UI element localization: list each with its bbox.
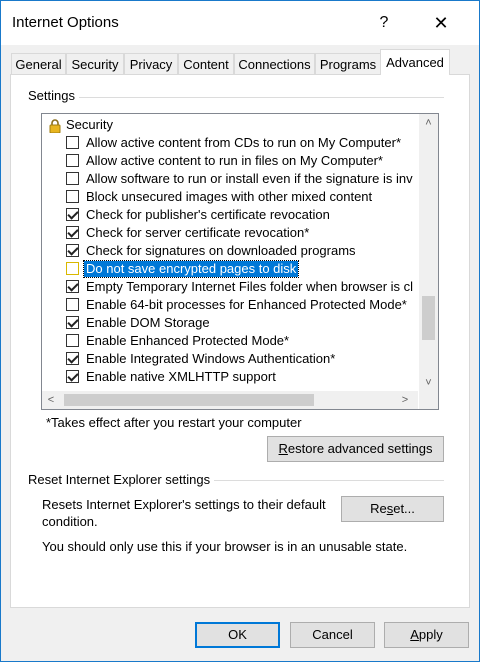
- settings-category-security: Security: [42, 117, 418, 135]
- setting-checkbox[interactable]: [66, 298, 79, 311]
- setting-row[interactable]: Allow software to run or install even if…: [42, 171, 418, 189]
- restore-advanced-settings-button[interactable]: Restore advanced settings: [267, 436, 444, 462]
- tab-security[interactable]: Security: [66, 53, 124, 74]
- settings-group-divider: [31, 97, 444, 98]
- help-button[interactable]: ?: [369, 11, 399, 35]
- setting-row[interactable]: Allow active content from CDs to run on …: [42, 135, 418, 153]
- setting-row[interactable]: Empty Temporary Internet Files folder wh…: [42, 279, 418, 297]
- setting-checkbox[interactable]: [66, 172, 79, 185]
- reset-description-line1: Resets Internet Explorer's settings to t…: [42, 497, 326, 512]
- setting-row[interactable]: Enable native XMLHTTP support: [42, 369, 418, 387]
- settings-list[interactable]: Security Allow active content from CDs t…: [41, 113, 439, 410]
- tab-content[interactable]: Content: [178, 53, 234, 74]
- setting-label: Enable Enhanced Protected Mode*: [86, 333, 290, 348]
- setting-row[interactable]: Check for signatures on downloaded progr…: [42, 243, 418, 261]
- settings-category-label: Security: [66, 117, 113, 132]
- setting-checkbox[interactable]: [66, 352, 79, 365]
- setting-checkbox[interactable]: [66, 226, 79, 239]
- setting-row[interactable]: Allow active content to run in files on …: [42, 153, 418, 171]
- tab-programs[interactable]: Programs: [315, 53, 381, 74]
- title-bar: Internet Options ? ✕: [1, 1, 479, 45]
- reset-description-line2: condition.: [42, 514, 98, 529]
- setting-row[interactable]: Check for publisher's certificate revoca…: [42, 207, 418, 225]
- setting-checkbox[interactable]: [66, 208, 79, 221]
- setting-checkbox[interactable]: [66, 262, 79, 275]
- setting-checkbox[interactable]: [66, 154, 79, 167]
- horizontal-scroll-thumb[interactable]: [64, 394, 314, 406]
- internet-options-dialog: Internet Options ? ✕ General Security Pr…: [0, 0, 480, 662]
- setting-checkbox[interactable]: [66, 334, 79, 347]
- setting-label: Allow active content from CDs to run on …: [86, 135, 402, 150]
- setting-checkbox[interactable]: [66, 136, 79, 149]
- setting-row[interactable]: Enable DOM Storage: [42, 315, 418, 333]
- tab-general[interactable]: General: [11, 53, 66, 74]
- setting-label: Check for publisher's certificate revoca…: [86, 207, 330, 222]
- setting-label: Enable Integrated Windows Authentication…: [86, 351, 336, 366]
- scroll-up-arrow-icon[interactable]: ˄: [419, 114, 438, 132]
- setting-row[interactable]: Enable 64-bit processes for Enhanced Pro…: [42, 297, 418, 315]
- scroll-down-arrow-icon[interactable]: ˅: [419, 374, 438, 392]
- setting-label: Allow software to run or install even if…: [86, 171, 413, 186]
- scrollbar-corner: [419, 391, 438, 409]
- setting-label: Enable DOM Storage: [86, 315, 210, 330]
- setting-checkbox[interactable]: [66, 190, 79, 203]
- reset-group-label: Reset Internet Explorer settings: [28, 472, 215, 487]
- settings-group-label: Settings: [28, 88, 79, 103]
- setting-label: Check for signatures on downloaded progr…: [86, 243, 356, 258]
- cancel-button[interactable]: Cancel: [290, 622, 375, 648]
- setting-checkbox[interactable]: [66, 370, 79, 383]
- settings-horizontal-scrollbar[interactable]: < >: [42, 391, 418, 409]
- settings-vertical-scrollbar[interactable]: ˄ ˅: [419, 114, 438, 392]
- setting-checkbox[interactable]: [66, 316, 79, 329]
- tab-advanced[interactable]: Advanced: [380, 49, 450, 75]
- close-button[interactable]: ✕: [426, 11, 456, 35]
- tab-privacy[interactable]: Privacy: [124, 53, 178, 74]
- settings-list-content: Security Allow active content from CDs t…: [42, 114, 418, 392]
- setting-row[interactable]: Check for server certificate revocation*: [42, 225, 418, 243]
- window-title: Internet Options: [12, 14, 119, 31]
- setting-row[interactable]: Do not save encrypted pages to disk: [42, 260, 418, 279]
- ok-button[interactable]: OK: [195, 622, 280, 648]
- setting-label: Block unsecured images with other mixed …: [86, 189, 373, 204]
- reset-warning-text: You should only use this if your browser…: [42, 539, 408, 554]
- setting-label: Enable native XMLHTTP support: [86, 369, 276, 384]
- setting-row[interactable]: Enable Integrated Windows Authentication…: [42, 351, 418, 369]
- setting-label: Empty Temporary Internet Files folder wh…: [86, 279, 414, 294]
- vertical-scroll-thumb[interactable]: [422, 296, 435, 340]
- setting-label: Do not save encrypted pages to disk: [82, 260, 300, 278]
- tab-strip: General Security Privacy Content Connect…: [11, 49, 471, 75]
- setting-label: Check for server certificate revocation*: [86, 225, 310, 240]
- setting-checkbox[interactable]: [66, 244, 79, 257]
- scroll-right-arrow-icon[interactable]: >: [396, 391, 414, 409]
- setting-label: Enable 64-bit processes for Enhanced Pro…: [86, 297, 407, 312]
- setting-checkbox[interactable]: [66, 280, 79, 293]
- tab-connections[interactable]: Connections: [234, 53, 315, 74]
- scroll-left-arrow-icon[interactable]: <: [42, 391, 60, 409]
- reset-button[interactable]: Reset...: [341, 496, 444, 522]
- setting-label: Allow active content to run in files on …: [86, 153, 383, 168]
- apply-button[interactable]: Apply: [384, 622, 469, 648]
- restart-footnote: *Takes effect after you restart your com…: [46, 415, 302, 430]
- setting-row[interactable]: Enable Enhanced Protected Mode*: [42, 333, 418, 351]
- setting-row[interactable]: Block unsecured images with other mixed …: [42, 189, 418, 207]
- padlock-icon: [48, 119, 62, 136]
